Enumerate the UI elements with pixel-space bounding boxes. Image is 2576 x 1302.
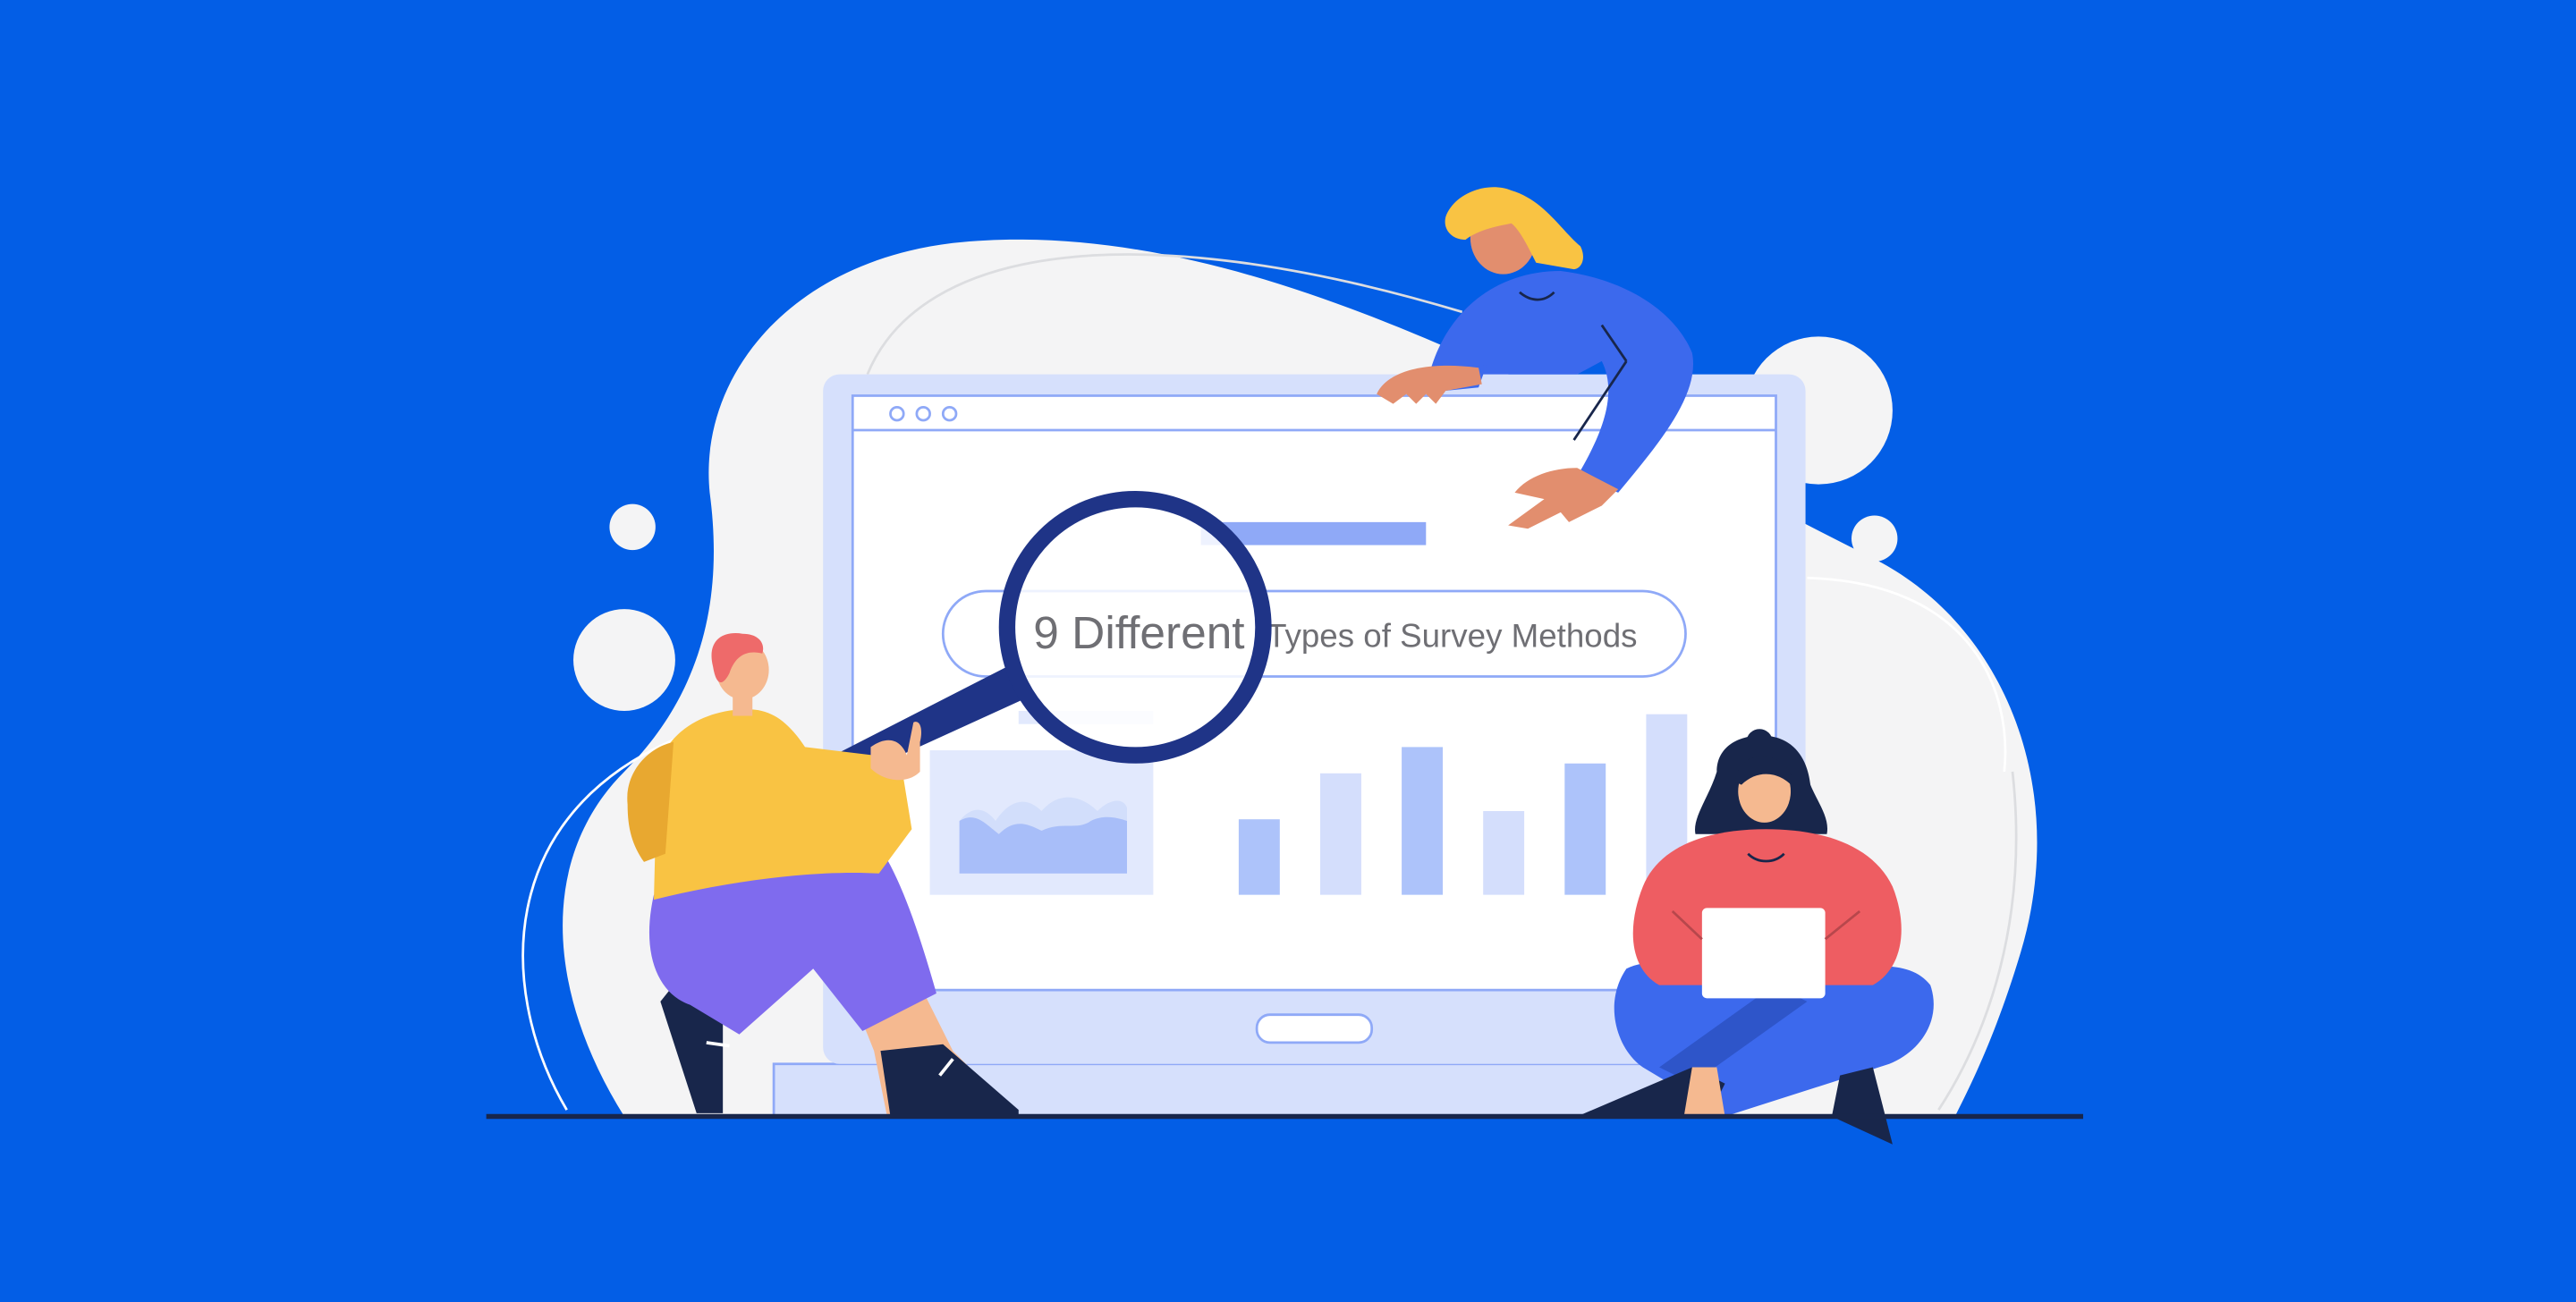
laptop-trackpad — [1255, 1013, 1374, 1044]
headline-text-big: 9 Different — [1033, 606, 1244, 658]
illustration-scene: Types of Survey Methods 9 Different — [0, 0, 2576, 1302]
chart-bar-3 — [1402, 747, 1444, 895]
headline-text-small: Types of Survey Methods — [1267, 617, 1637, 654]
decor-circle — [1852, 515, 1898, 562]
decor-circle — [573, 609, 675, 712]
person3-laptop — [1701, 908, 1826, 999]
chart-bar-1 — [1238, 819, 1280, 895]
magnifier: 9 Different — [998, 490, 1272, 764]
chart-bar-2 — [1320, 773, 1361, 895]
decor-circle — [609, 503, 656, 551]
chart-bar-4 — [1483, 811, 1525, 895]
chart-bar-5 — [1564, 763, 1606, 895]
